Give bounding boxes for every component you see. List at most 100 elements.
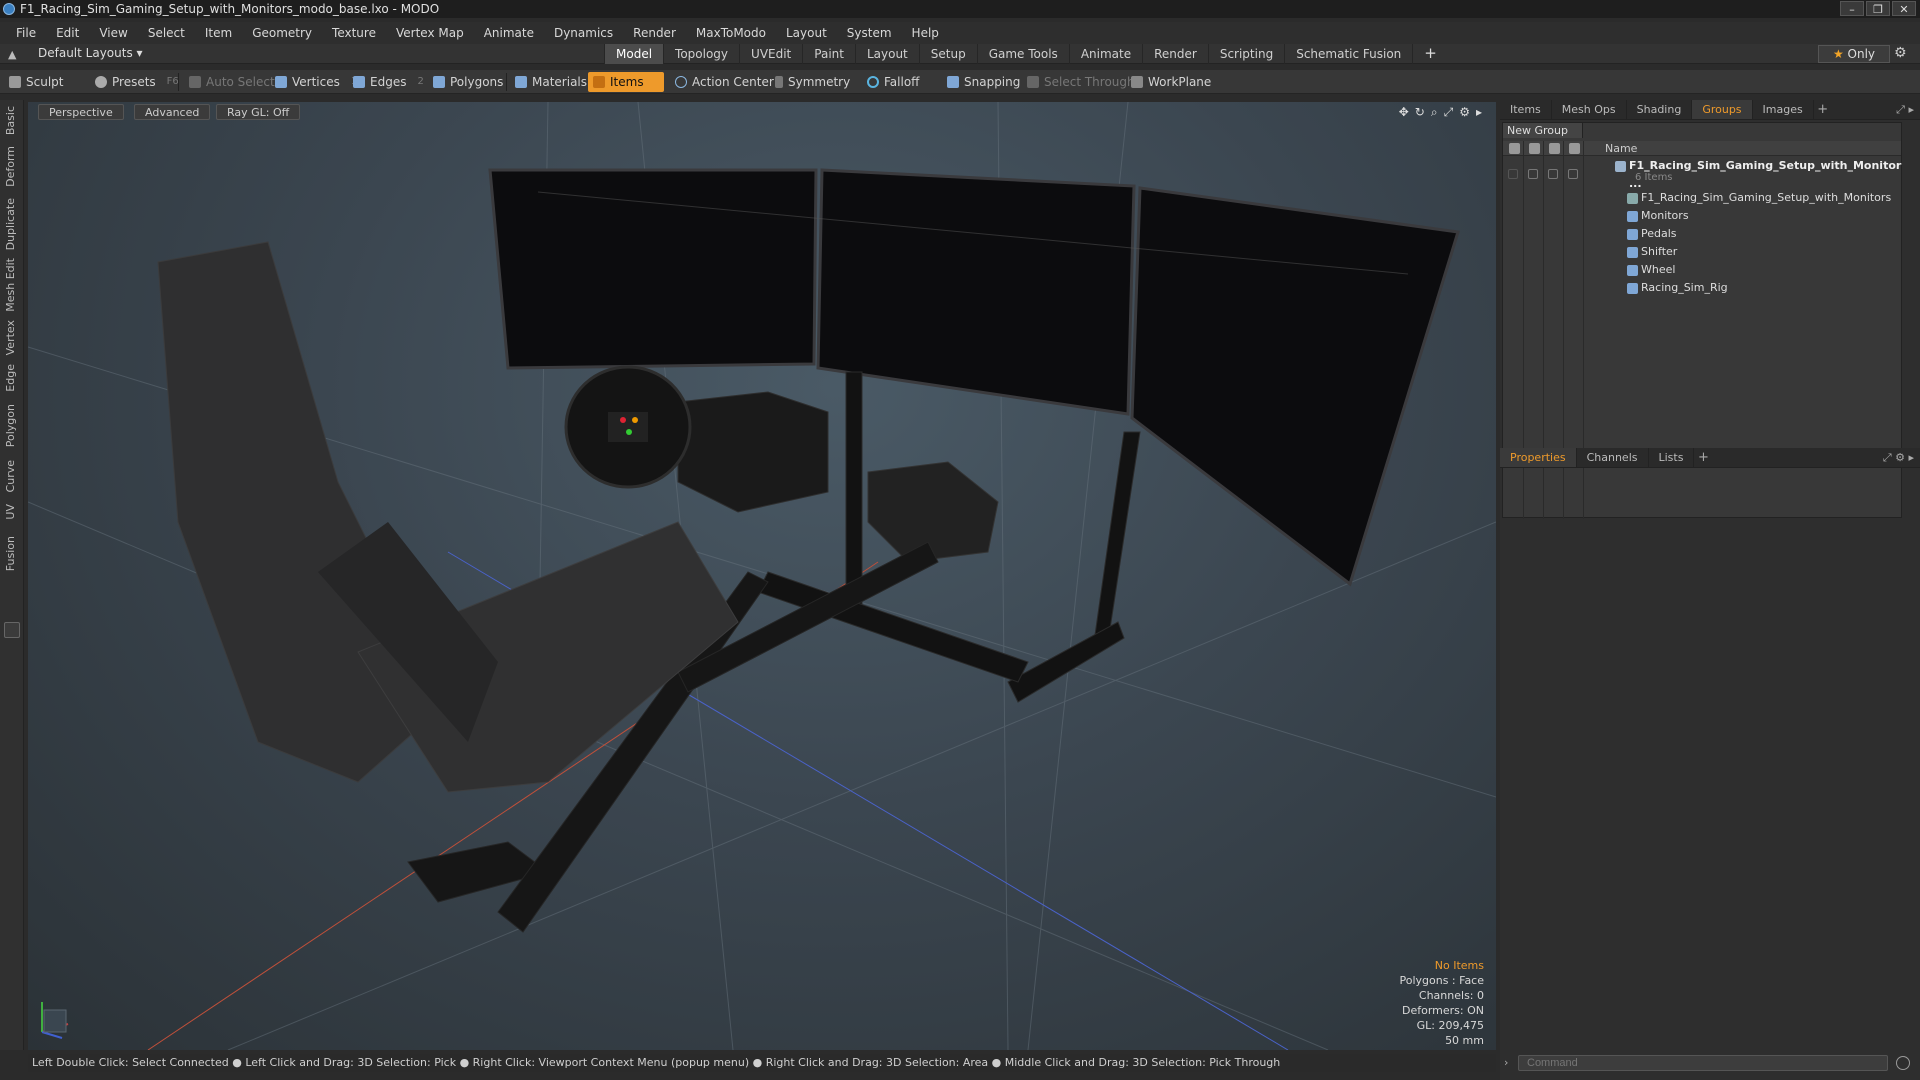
gl-info: GL: 209,475 (1416, 1019, 1484, 1032)
tab-animate[interactable]: Animate (1068, 44, 1142, 64)
vtab-mesh-edit[interactable]: Mesh Edit (4, 258, 17, 312)
minimize-button[interactable]: – (1840, 1, 1864, 16)
list-item[interactable]: Wheel (1503, 261, 1901, 279)
vtab-polygon[interactable]: Polygon (4, 404, 17, 447)
snapping-button[interactable]: Snapping (942, 72, 1025, 92)
perspective-button[interactable]: Perspective (38, 104, 124, 120)
viewport-settings-icon[interactable]: ⚙ (1459, 105, 1470, 120)
sculpt-button[interactable]: Sculpt (4, 72, 68, 92)
zoom-icon[interactable]: ⌕ (1431, 105, 1438, 120)
add-panel-tab-button[interactable]: + (1694, 448, 1712, 467)
panel-expand-icon[interactable]: ⤢ ⚙ ▸ (1883, 451, 1914, 465)
tab-groups[interactable]: Groups (1692, 100, 1753, 119)
menu-view[interactable]: View (89, 22, 137, 44)
tab-channels[interactable]: Channels (1577, 448, 1649, 467)
menu-dynamics[interactable]: Dynamics (544, 22, 623, 44)
only-button[interactable]: ★ Only (1818, 45, 1890, 63)
menu-geometry[interactable]: Geometry (242, 22, 322, 44)
panel-expand-icon[interactable]: ⤢ ▸ (1896, 103, 1914, 117)
menu-edit[interactable]: Edit (46, 22, 89, 44)
visibility-toggle[interactable] (1508, 169, 1518, 179)
tab-render[interactable]: Render (1142, 44, 1208, 64)
select-toggle[interactable] (1568, 169, 1578, 179)
menu-render[interactable]: Render (623, 22, 686, 44)
tab-layout[interactable]: Layout (854, 44, 919, 64)
vtab-deform[interactable]: Deform (4, 146, 17, 187)
gear-icon[interactable]: ⚙ (1894, 45, 1907, 61)
render-toggle[interactable] (1528, 169, 1538, 179)
tab-scripting[interactable]: Scripting (1207, 44, 1284, 64)
command-history-icon[interactable]: › (1504, 1056, 1508, 1069)
list-item[interactable]: Monitors (1503, 207, 1901, 225)
vtab-fusion[interactable]: Fusion (4, 536, 17, 571)
tab-items[interactable]: Items (1500, 100, 1552, 119)
layout-collapse-icon[interactable]: ▲ (8, 48, 16, 61)
action-center-button[interactable]: Action Center (670, 72, 779, 92)
vtab-curve[interactable]: Curve (4, 460, 17, 492)
polygons-info: Polygons : Face (1399, 974, 1484, 987)
group-row[interactable]: F1_Racing_Sim_Gaming_Setup_with_Monitor … (1503, 157, 1901, 190)
auto-select-button[interactable]: Auto Select (184, 72, 280, 92)
raygl-button[interactable]: Ray GL: Off (216, 104, 301, 120)
command-input[interactable] (1518, 1055, 1888, 1071)
menu-maxtomodo[interactable]: MaxToModo (686, 22, 776, 44)
tab-topology[interactable]: Topology (663, 44, 739, 64)
move-view-icon[interactable]: ✥ (1399, 105, 1409, 120)
tab-paint[interactable]: Paint (802, 44, 855, 64)
menu-vertex-map[interactable]: Vertex Map (386, 22, 474, 44)
layout-dropdown[interactable]: Default Layouts ▾ (38, 46, 143, 60)
tab-uvedit[interactable]: UVEdit (739, 44, 802, 64)
vtab-basic[interactable]: Basic (4, 106, 17, 135)
vtab-vertex[interactable]: Vertex (4, 320, 17, 355)
menu-item[interactable]: Item (195, 22, 242, 44)
vtab-edge[interactable]: Edge (4, 364, 17, 392)
menu-select[interactable]: Select (138, 22, 195, 44)
close-button[interactable]: ✕ (1892, 1, 1916, 16)
add-panel-tab-button[interactable]: + (1814, 100, 1832, 119)
rotate-view-icon[interactable]: ↻ (1415, 105, 1425, 120)
vtab-duplicate[interactable]: Duplicate (4, 198, 17, 250)
lock-toggle[interactable] (1548, 169, 1558, 179)
tab-setup[interactable]: Setup (918, 44, 977, 64)
materials-button[interactable]: Materials (510, 72, 592, 92)
list-item[interactable]: Pedals (1503, 225, 1901, 243)
falloff-button[interactable]: Falloff (862, 72, 924, 92)
tab-images[interactable]: Images (1753, 100, 1814, 119)
menu-layout[interactable]: Layout (776, 22, 837, 44)
tab-game-tools[interactable]: Game Tools (976, 44, 1069, 64)
new-group-button[interactable]: New Group (1503, 123, 1583, 138)
list-item[interactable]: F1_Racing_Sim_Gaming_Setup_with_Monitors (1503, 189, 1901, 207)
maximize-button[interactable]: ❐ (1866, 1, 1890, 16)
menu-system[interactable]: System (837, 22, 902, 44)
list-item[interactable]: Racing_Sim_Rig (1503, 279, 1901, 297)
menu-animate[interactable]: Animate (474, 22, 544, 44)
list-item[interactable]: Shifter (1503, 243, 1901, 261)
tab-model[interactable]: Model (604, 44, 664, 64)
add-tab-button[interactable]: + (1412, 44, 1437, 64)
edges-button[interactable]: Edges 2 (348, 72, 429, 92)
tab-mesh-ops[interactable]: Mesh Ops (1552, 100, 1627, 119)
3d-viewport[interactable]: Perspective Advanced Ray GL: Off ✥ ↻ ⌕ ⤢… (28, 102, 1496, 1050)
presets-button[interactable]: Presets F6 (90, 72, 184, 92)
menu-texture[interactable]: Texture (322, 22, 386, 44)
symmetry-button[interactable]: Symmetry (770, 72, 855, 92)
menu-help[interactable]: Help (902, 22, 949, 44)
name-column-header[interactable]: Name (1605, 141, 1637, 156)
tab-lists[interactable]: Lists (1649, 448, 1695, 467)
steering-wheel-model (564, 365, 692, 489)
tab-shading[interactable]: Shading (1627, 100, 1693, 119)
tab-properties[interactable]: Properties (1500, 448, 1577, 467)
polygons-button[interactable]: Polygons (428, 72, 508, 92)
vtab-uv[interactable]: UV (4, 504, 17, 520)
viewport-expand-icon[interactable]: ▸ (1476, 105, 1482, 120)
command-stop-icon[interactable] (1896, 1056, 1910, 1070)
items-button[interactable]: Items (588, 72, 664, 92)
tab-schematic-fusion[interactable]: Schematic Fusion (1284, 44, 1412, 64)
edges-shortcut: 2 (417, 76, 424, 87)
select-through-button[interactable]: Select Through (1022, 72, 1140, 92)
advanced-button[interactable]: Advanced (134, 104, 211, 120)
menu-file[interactable]: File (6, 22, 46, 44)
workplane-button[interactable]: WorkPlane (1126, 72, 1216, 92)
palette-toggle[interactable] (4, 622, 20, 638)
fit-view-icon[interactable]: ⤢ (1444, 105, 1454, 120)
